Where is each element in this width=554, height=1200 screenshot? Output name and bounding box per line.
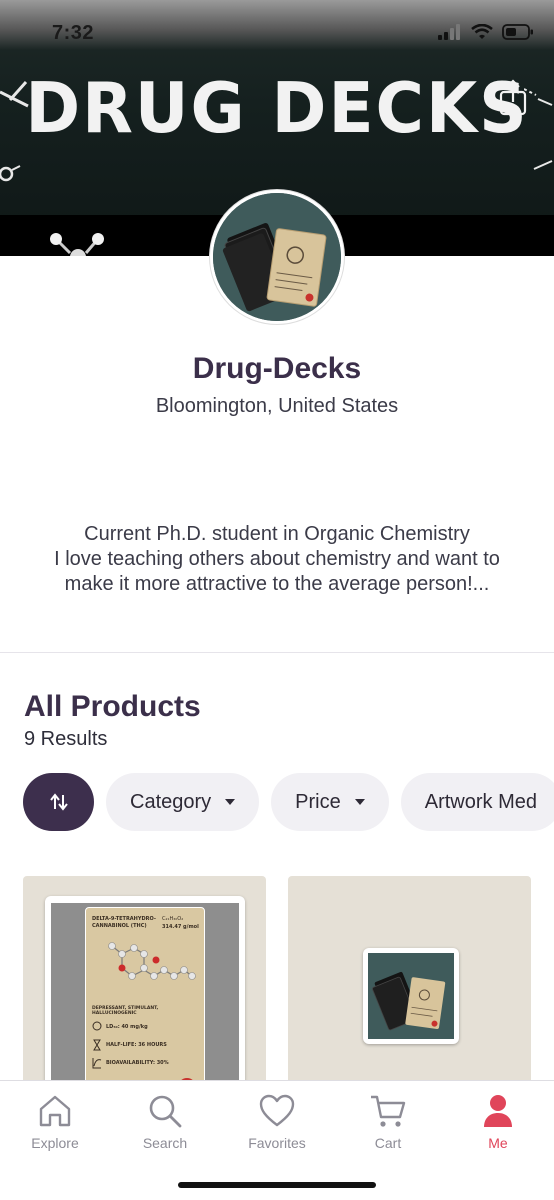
wifi-icon — [471, 24, 493, 39]
filter-label: Artwork Med — [424, 790, 537, 813]
filter-artwork-medium[interactable]: Artwork Med — [400, 773, 554, 831]
share-icon[interactable] — [498, 78, 530, 118]
sticker-image — [363, 948, 459, 1044]
bio-line: I love teaching others about chemistry a… — [54, 548, 500, 570]
bio-line: make it more attractive to the average p… — [64, 573, 490, 595]
shop-bio[interactable]: Current Ph.D. student in Organic Chemist… — [0, 522, 554, 597]
shop-avatar[interactable] — [210, 190, 344, 324]
filter-price[interactable]: Price — [271, 773, 389, 831]
shop-profile-screen: DRUG DECKS 7:32 Drug-Decks Bloomington, … — [0, 0, 554, 1200]
tab-favorites[interactable]: Favorites — [222, 1093, 332, 1151]
filter-category[interactable]: Category — [106, 773, 260, 831]
sort-button[interactable] — [23, 773, 94, 831]
drug-card-title: DELTA-9-TETRAHYDRO-CANNABINOL (THC) — [92, 916, 156, 929]
battery-icon — [502, 24, 533, 40]
drug-card-image: DELTA-9-TETRAHYDRO-CANNABINOL (THC) C₂₁H… — [85, 907, 205, 1096]
filter-label: Category — [130, 790, 212, 813]
cart-icon — [333, 1093, 443, 1129]
home-icon — [0, 1093, 110, 1129]
drug-card-mass: 314.47 g/mol — [162, 924, 199, 930]
sticker-card-deck-image — [368, 953, 454, 1039]
product-card-mat: DELTA-9-TETRAHYDRO-CANNABINOL (THC) C₂₁H… — [51, 903, 239, 1096]
product-card[interactable] — [288, 876, 531, 1096]
shop-location: Bloomington, United States — [155, 395, 399, 417]
home-indicator[interactable] — [178, 1182, 376, 1188]
chevron-down-icon — [225, 799, 236, 805]
cellular-signal-icon — [438, 24, 460, 40]
drug-card-classes: DEPRESSANT, STIMULANT, HALLUCINOGENIC — [92, 1006, 159, 1016]
status-bar: 7:32 — [0, 0, 554, 48]
product-card[interactable]: DELTA-9-TETRAHYDRO-CANNABINOL (THC) C₂₁H… — [23, 876, 266, 1096]
drug-card-formula: C₂₁H₃₀O₂ — [162, 916, 184, 922]
tab-label: Cart — [374, 1135, 402, 1151]
product-grid: DELTA-9-TETRAHYDRO-CANNABINOL (THC) C₂₁H… — [23, 876, 531, 1096]
product-card-frame: DELTA-9-TETRAHYDRO-CANNABINOL (THC) C₂₁H… — [45, 896, 245, 1096]
molecule-structure-image — [108, 942, 196, 980]
search-icon — [110, 1093, 220, 1129]
drug-card-ld50: LD₅₀: 40 mg/kg — [106, 1024, 148, 1030]
banner-title: DRUG DECKS — [25, 68, 529, 149]
drug-card-half-life: HALF-LIFE: 36 HOURS — [106, 1042, 167, 1048]
status-time: 7:32 — [52, 22, 95, 44]
tab-label: Me — [488, 1135, 508, 1151]
lethal-dose-icon — [92, 1021, 102, 1069]
tab-label: Favorites — [248, 1135, 306, 1151]
chevron-down-icon — [354, 799, 365, 805]
filter-label: Price — [295, 790, 341, 813]
sort-arrows-icon — [49, 793, 68, 811]
shop-name: Drug-Decks — [192, 352, 362, 385]
products-heading: All Products — [24, 690, 201, 723]
status-icons — [438, 24, 534, 40]
heart-icon — [222, 1093, 332, 1129]
tab-search[interactable]: Search — [110, 1093, 220, 1151]
filter-bar: Category Price Artwork Med — [23, 773, 554, 831]
molecule-balls-decoration — [50, 233, 104, 256]
drug-card-bioavailability: BIOAVAILABILITY: 30% — [106, 1060, 169, 1066]
results-count: 9 Results — [24, 728, 108, 750]
tab-me[interactable]: Me — [443, 1093, 553, 1151]
tab-explore[interactable]: Explore — [0, 1093, 110, 1151]
tab-cart[interactable]: Cart — [333, 1093, 443, 1151]
avatar-card-deck-image — [213, 193, 341, 321]
section-divider — [0, 652, 554, 653]
bio-line: Current Ph.D. student in Organic Chemist… — [84, 523, 470, 545]
tab-label: Explore — [31, 1135, 79, 1151]
tab-label: Search — [142, 1135, 188, 1151]
person-icon — [443, 1093, 553, 1129]
